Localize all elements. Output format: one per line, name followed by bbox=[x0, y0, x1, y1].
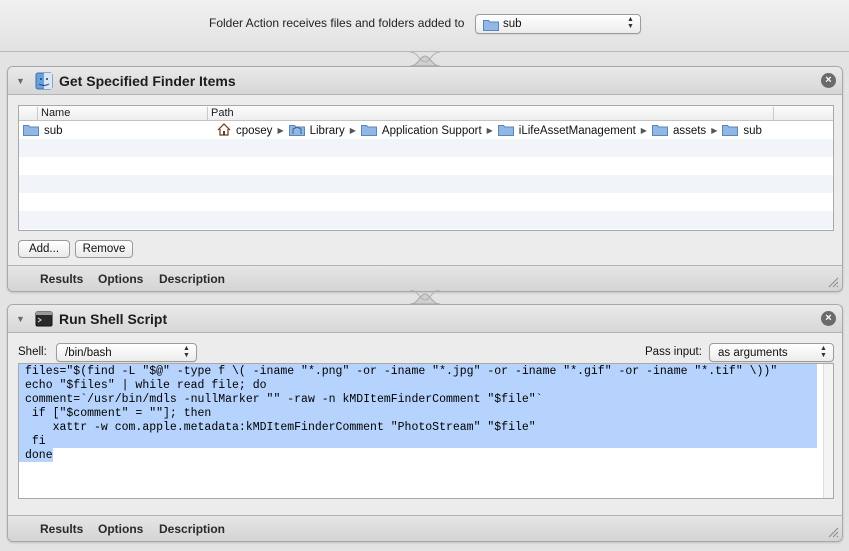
finder-items-table[interactable]: Name Path sub cposey ▶ Library ▶ Application… bbox=[18, 105, 834, 231]
folder-icon bbox=[722, 125, 739, 136]
panel-footer: Results Options Description bbox=[8, 515, 842, 541]
close-icon[interactable]: × bbox=[821, 311, 836, 326]
panel-title: Run Shell Script bbox=[59, 311, 168, 327]
get-finder-items-panel: ▼ Get Specified Finder Items × Name Path… bbox=[7, 66, 843, 292]
resize-grip-icon[interactable] bbox=[827, 526, 839, 538]
terminal-icon bbox=[35, 311, 53, 327]
library-folder-icon bbox=[288, 125, 305, 136]
folder-icon bbox=[23, 125, 39, 136]
column-header-blank bbox=[773, 107, 833, 121]
folder-icon bbox=[483, 18, 499, 31]
folder-icon bbox=[360, 125, 377, 136]
path-arrow-icon: ▶ bbox=[711, 126, 718, 135]
path-segment: cposey bbox=[236, 125, 273, 137]
tab-options[interactable]: Options bbox=[98, 522, 143, 536]
folder-action-value: sub bbox=[503, 18, 522, 30]
tab-options[interactable]: Options bbox=[98, 272, 143, 286]
path-control: cposey ▶ Library ▶ Application Support ▶ iLife… bbox=[217, 123, 764, 137]
popup-arrows-icon: ▲ ▼ bbox=[627, 16, 634, 30]
folder-action-popup[interactable]: sub ▲ ▼ bbox=[475, 14, 641, 34]
shell-value: /bin/bash bbox=[65, 347, 112, 359]
path-segment: assets bbox=[672, 125, 707, 137]
scrollbar[interactable] bbox=[823, 364, 833, 498]
empty-row bbox=[19, 139, 833, 157]
empty-row bbox=[19, 157, 833, 175]
disclosure-triangle-icon[interactable]: ▼ bbox=[16, 314, 26, 324]
pass-input-value: as arguments bbox=[718, 347, 788, 359]
popup-arrows-icon: ▲ ▼ bbox=[183, 345, 190, 359]
path-segment: Application Support bbox=[381, 125, 482, 137]
panel-footer: Results Options Description bbox=[8, 265, 842, 291]
tab-results[interactable]: Results bbox=[40, 522, 83, 536]
panel-header: ▼ Run Shell Script × bbox=[8, 305, 842, 333]
path-segment: Library bbox=[309, 125, 345, 137]
tab-description[interactable]: Description bbox=[159, 272, 225, 286]
action-connector bbox=[410, 290, 440, 304]
table-row[interactable]: sub cposey ▶ Library ▶ Application Support ▶ i… bbox=[19, 121, 833, 139]
resize-grip-icon[interactable] bbox=[827, 276, 839, 288]
folder-action-bar: Folder Action receives files and folders… bbox=[0, 0, 849, 52]
path-arrow-icon: ▶ bbox=[277, 126, 284, 135]
add-button[interactable]: Add... bbox=[18, 240, 70, 258]
action-connector bbox=[410, 52, 440, 66]
folder-icon bbox=[651, 125, 668, 136]
folder-icon bbox=[497, 125, 514, 136]
folder-action-label: Folder Action receives files and folders… bbox=[209, 16, 465, 30]
shell-popup[interactable]: /bin/bash ▲ ▼ bbox=[56, 343, 197, 362]
script-text[interactable]: files="$(find -L "$@" -type f \( -iname … bbox=[25, 365, 777, 463]
panel-title: Get Specified Finder Items bbox=[59, 73, 236, 89]
shell-label: Shell: bbox=[18, 346, 47, 358]
row-name: sub bbox=[44, 125, 63, 137]
pass-input-popup[interactable]: as arguments ▲ ▼ bbox=[709, 343, 834, 362]
home-icon bbox=[217, 123, 231, 136]
tab-results[interactable]: Results bbox=[40, 272, 83, 286]
run-shell-script-panel: ▼ Run Shell Script × Shell: /bin/bash ▲ ▼… bbox=[7, 304, 843, 542]
path-arrow-icon: ▶ bbox=[640, 126, 647, 135]
path-segment: iLifeAssetManagement bbox=[518, 125, 636, 137]
path-segment: sub bbox=[743, 125, 762, 137]
column-header-path[interactable]: Path bbox=[207, 107, 773, 121]
disclosure-triangle-icon[interactable]: ▼ bbox=[16, 76, 26, 86]
empty-row bbox=[19, 211, 833, 229]
script-editor[interactable]: files="$(find -L "$@" -type f \( -iname … bbox=[18, 363, 834, 499]
finder-icon bbox=[35, 72, 53, 90]
table-header: Name Path bbox=[19, 106, 833, 121]
popup-arrows-icon: ▲ ▼ bbox=[820, 345, 827, 359]
pass-input-label: Pass input: bbox=[645, 346, 702, 358]
empty-row bbox=[19, 193, 833, 211]
empty-row bbox=[19, 175, 833, 193]
tab-description[interactable]: Description bbox=[159, 522, 225, 536]
close-icon[interactable]: × bbox=[821, 73, 836, 88]
panel-header: ▼ Get Specified Finder Items × bbox=[8, 67, 842, 95]
column-header-name[interactable]: Name bbox=[37, 107, 225, 121]
path-arrow-icon: ▶ bbox=[486, 126, 493, 135]
remove-button[interactable]: Remove bbox=[75, 240, 133, 258]
path-arrow-icon: ▶ bbox=[349, 126, 356, 135]
